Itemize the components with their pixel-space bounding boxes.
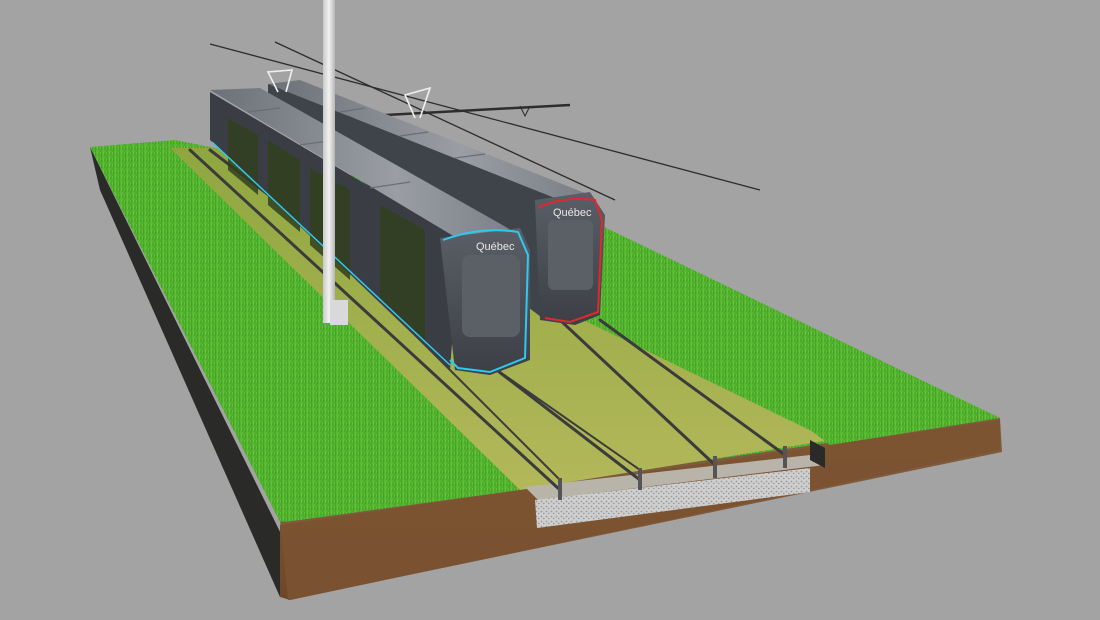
tram-track-diorama: Québec Québec <box>90 0 1002 600</box>
tram-left-brand-label: Québec <box>476 241 515 253</box>
rail-post <box>638 468 642 490</box>
catenary-pole-base <box>330 300 348 325</box>
catenary-pole <box>323 0 335 323</box>
rail-post <box>713 456 717 478</box>
rail-post <box>558 478 562 500</box>
rail-post <box>783 446 787 468</box>
tram-left-windshield <box>462 255 520 337</box>
tram-right-brand-label: Québec <box>553 207 592 219</box>
tram-right-windshield <box>548 220 593 290</box>
